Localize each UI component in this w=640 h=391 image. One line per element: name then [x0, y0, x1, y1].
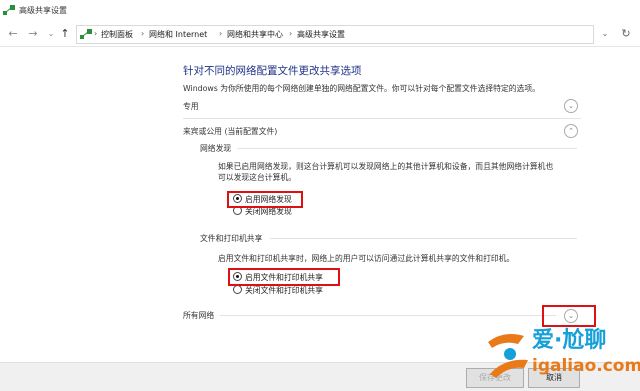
- breadcrumb-separator: ›: [141, 29, 145, 38]
- history-dropdown-button[interactable]: ⌄: [44, 27, 58, 41]
- breadcrumb-separator: ›: [219, 29, 223, 38]
- watermark-logo: 爱·尬聊 igaliao.com: [484, 322, 640, 386]
- highlight-box: [227, 191, 303, 208]
- breadcrumb-network-sharing-center[interactable]: 网络和共享中心: [227, 29, 283, 40]
- breadcrumb-network-internet[interactable]: 网络和 Internet: [149, 29, 207, 40]
- highlight-box: [228, 268, 340, 286]
- chevron-down-icon[interactable]: ⌄: [564, 99, 578, 113]
- address-dropdown-button[interactable]: ⌄: [598, 25, 612, 42]
- breadcrumb-control-panel[interactable]: 控制面板: [101, 29, 133, 40]
- address-bar[interactable]: › 控制面板 › 网络和 Internet › 网络和共享中心 › 高级共享设置: [76, 25, 594, 44]
- radio-label: 关闭网络发现: [245, 207, 292, 216]
- radio-disable-file-printer-sharing[interactable]: 关闭文件和打印机共享: [233, 285, 323, 297]
- refresh-button[interactable]: ↻: [618, 25, 634, 42]
- brand-url: igaliao.com: [532, 356, 640, 376]
- profile-all-networks-label[interactable]: 所有网络: [183, 310, 214, 321]
- forward-button[interactable]: →: [26, 27, 40, 41]
- profile-guest-label[interactable]: 来宾或公用 (当前配置文件): [183, 126, 277, 137]
- page-description: Windows 为你所使用的每个网络创建单独的网络配置文件。你可以针对每个配置文…: [183, 84, 540, 93]
- file-printer-sharing-text: 启用文件和打印机共享时，网络上的用户可以访问通过此计算机共享的文件和打印机。: [218, 254, 515, 263]
- file-printer-sharing-title: 文件和打印机共享: [200, 234, 263, 243]
- brand-mark-icon: [488, 334, 528, 378]
- radio-button[interactable]: [233, 285, 242, 294]
- title-bar: 高级共享设置: [0, 0, 640, 22]
- breadcrumb-separator: ›: [289, 29, 293, 38]
- back-button[interactable]: ←: [6, 27, 20, 41]
- profile-private-label[interactable]: 专用: [183, 101, 199, 112]
- network-discovery-title: 网络发现: [200, 144, 232, 153]
- navigation-bar: ← → ⌄ ↑ › 控制面板 › 网络和 Internet › 网络和共享中心 …: [0, 22, 640, 47]
- radio-label: 关闭文件和打印机共享: [245, 286, 323, 295]
- network-icon: [80, 29, 92, 39]
- chevron-up-icon[interactable]: ⌃: [564, 124, 578, 138]
- divider: [220, 315, 556, 316]
- page-heading: 针对不同的网络配置文件更改共享选项: [183, 65, 362, 77]
- up-button[interactable]: ↑: [58, 27, 72, 41]
- divider: [270, 238, 577, 239]
- window-title: 高级共享设置: [19, 6, 67, 15]
- network-discovery-text-2: 可以发现这台计算机。: [218, 173, 296, 182]
- network-discovery-text-1: 如果已启用网络发现，则这台计算机可以发现网络上的其他计算机和设备，而且其他网络计…: [218, 162, 554, 171]
- divider: [183, 118, 581, 119]
- breadcrumb-separator: ›: [94, 29, 98, 38]
- brand-name: 爱·尬聊: [532, 328, 607, 353]
- divider: [237, 148, 577, 149]
- network-icon: [3, 5, 15, 15]
- breadcrumb-advanced-sharing[interactable]: 高级共享设置: [297, 29, 345, 40]
